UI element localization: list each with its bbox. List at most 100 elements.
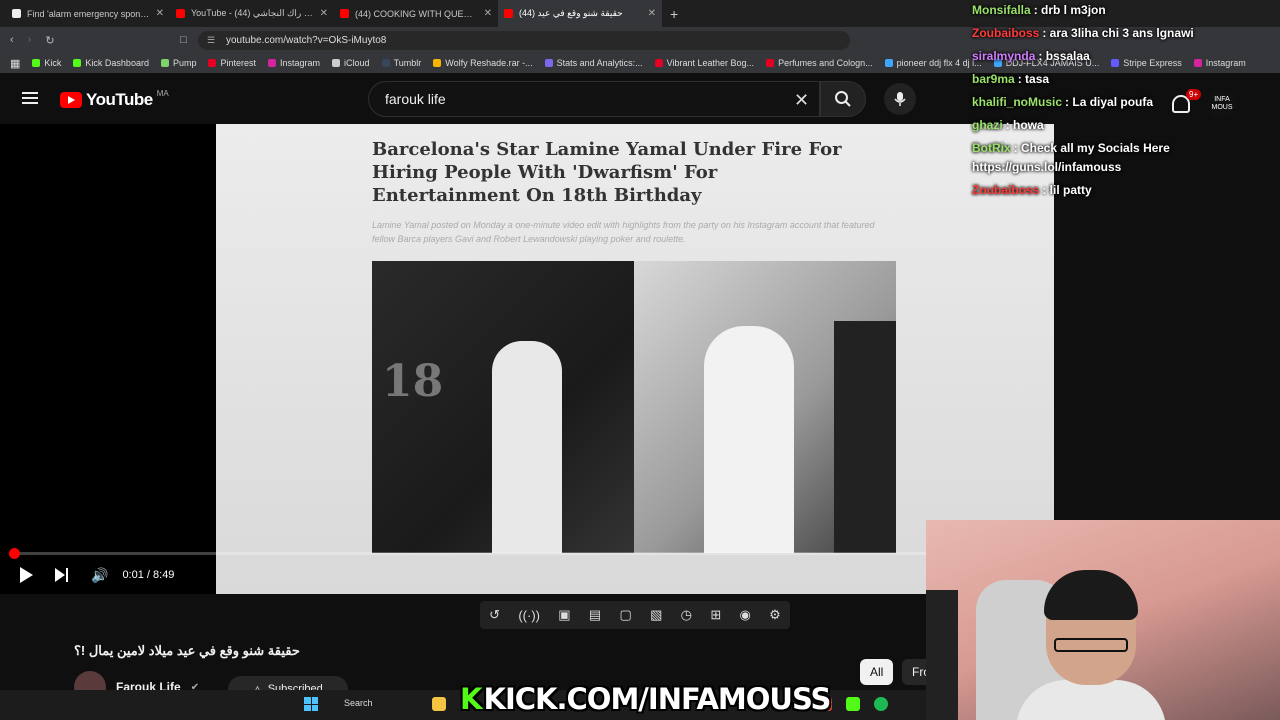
picture-in-picture-icon[interactable]: ▢ <box>619 607 631 623</box>
tab-favicon-icon <box>504 9 513 18</box>
kick-logo: K <box>460 682 483 716</box>
settings-icon[interactable]: ⚙ <box>769 607 781 623</box>
background-person <box>834 321 896 553</box>
country-code: MA <box>156 88 169 98</box>
screen: Find 'alarm emergency spongbob' o✕YouTub… <box>0 0 1280 720</box>
bookmark-item[interactable]: Pinterest <box>208 58 256 68</box>
browser-tab[interactable]: حقيقة شنو وقع في عيد (44) ✕ <box>498 0 662 27</box>
menu-icon[interactable] <box>22 92 38 104</box>
close-tab-icon[interactable]: ✕ <box>156 8 164 19</box>
close-tab-icon[interactable]: ✕ <box>320 8 328 19</box>
chat-message: siralmynda: bssalaa <box>972 49 1090 63</box>
bookmark-item[interactable]: Tumblr <box>381 58 421 68</box>
kick-app-icon[interactable] <box>846 697 860 711</box>
kick-banner-text: KICK.COM/INFAMOUSS <box>483 682 831 716</box>
close-tab-icon[interactable]: ✕ <box>484 8 492 19</box>
bookmark-item[interactable]: Stats and Analytics:... <box>544 58 643 68</box>
chat-text: : La diyal poufa <box>1065 95 1154 109</box>
pc-case <box>926 590 958 720</box>
progress-scrubber[interactable] <box>8 548 20 559</box>
bookmark-item[interactable]: Wolfy Reshade.rar -... <box>433 58 533 68</box>
bookmark-icon[interactable]: □ <box>180 34 187 46</box>
search-input[interactable]: farouk life <box>368 81 820 117</box>
visibility-icon[interactable]: ▣ <box>558 607 570 623</box>
chat-message: Zoubaiboss: ara 3liha chi 3 ans lgnawi <box>972 26 1194 40</box>
screenshot-icon[interactable]: ◉ <box>740 607 751 623</box>
bookmark-label: Pump <box>172 58 197 68</box>
site-info-icon[interactable]: ☰ <box>207 35 215 46</box>
chat-username: ghazi <box>972 118 1003 132</box>
search-query: farouk life <box>385 91 446 107</box>
streamer-hair <box>1044 570 1138 620</box>
bookmark-item[interactable]: Kick Dashboard <box>73 58 149 68</box>
play-icon[interactable] <box>20 567 33 583</box>
volume-icon[interactable]: 🔊 <box>91 567 108 584</box>
chip-all[interactable]: All <box>860 659 894 685</box>
voice-search-button[interactable] <box>884 83 916 115</box>
browser-tab[interactable]: YouTube - راك الفاشي راك النجاشي (44) ✕ <box>170 0 334 27</box>
tab-favicon-icon <box>12 9 21 18</box>
bookmark-favicon-icon <box>654 59 663 67</box>
chat-username: siralmynda <box>972 49 1036 63</box>
chat-username: Zoubaiboss <box>972 183 1040 197</box>
video-title: حقيقة شنو وقع في عيد ميلاد لامين يمال !؟ <box>74 643 300 658</box>
taskbar-search[interactable]: Search <box>344 698 373 708</box>
loop-icon[interactable]: ↺ <box>489 607 500 623</box>
video-player[interactable]: Barcelona's Star Lamine Yamal Under Fire… <box>0 124 1054 594</box>
film-icon[interactable]: ▧ <box>650 607 662 623</box>
reload-icon[interactable]: ↻ <box>45 34 54 47</box>
article-photo-left: 18 <box>372 261 634 553</box>
chat-username: Monsifalla <box>972 3 1031 17</box>
youtube-logo[interactable]: YouTube MA <box>60 88 169 110</box>
file-explorer-icon[interactable] <box>432 697 446 711</box>
chat-text: : howa <box>1005 118 1044 132</box>
bookmark-favicon-icon <box>73 59 82 67</box>
bookmark-label: Stats and Analytics:... <box>556 58 643 68</box>
audio-icon[interactable]: ((·)) <box>518 608 540 623</box>
spotify-icon[interactable] <box>874 697 888 711</box>
video-progress-bar[interactable] <box>8 548 926 559</box>
chat-text: : Check all my Socials Here <box>1013 141 1170 155</box>
bookmark-favicon-icon <box>766 59 775 67</box>
bookmark-label: Perfumes and Cologn... <box>778 58 873 68</box>
stream-chat-overlay: Monsifalla: drb l m3jon Zoubaiboss: ara 3… <box>968 0 1248 210</box>
bookmark-item[interactable]: Vibrant Leather Bog... <box>654 58 755 68</box>
back-icon[interactable]: ‹ <box>10 34 14 46</box>
time-display: 0:01 / 8:49 <box>122 569 175 581</box>
player-controls: 🔊 0:01 / 8:49 <box>0 560 926 590</box>
bookmark-item[interactable]: Instagram <box>268 58 320 68</box>
bookmark-item[interactable]: Kick <box>32 58 61 68</box>
bookmark-favicon-icon <box>268 59 277 67</box>
chat-message: https://guns.lol/infamouss <box>972 160 1121 174</box>
bookmark-label: Wolfy Reshade.rar -... <box>445 58 533 68</box>
browser-tab[interactable]: (44) COOKING WITH QUEENKOKOA ✕ <box>334 0 498 27</box>
clapper-icon[interactable]: ▤ <box>589 607 601 623</box>
new-tab-icon[interactable]: + <box>662 6 686 22</box>
url-text: youtube.com/watch?v=OkS-iMuyto8 <box>226 35 387 46</box>
close-tab-icon[interactable]: ✕ <box>648 8 656 19</box>
streamer-glasses <box>1054 638 1128 652</box>
windows-start-icon[interactable] <box>304 697 318 711</box>
chat-username: BotRix <box>972 141 1011 155</box>
bookmark-item[interactable]: Perfumes and Cologn... <box>766 58 873 68</box>
forward-icon[interactable]: › <box>28 34 32 46</box>
person-figure <box>704 326 794 553</box>
bookmark-item[interactable]: iCloud <box>332 58 370 68</box>
search-button[interactable] <box>820 81 866 117</box>
address-bar[interactable]: ☰ youtube.com/watch?v=OkS-iMuyto8 <box>198 31 850 50</box>
speed-icon[interactable]: ◷ <box>681 607 692 623</box>
bookmark-favicon-icon <box>884 59 893 67</box>
bookmark-favicon-icon <box>381 59 390 67</box>
apps-icon[interactable]: ▦ <box>10 57 20 70</box>
next-icon[interactable] <box>55 568 69 582</box>
add-icon[interactable]: ⊞ <box>710 607 721 623</box>
birthday-cake-number: 18 <box>382 356 444 407</box>
chat-message: BotRix: Check all my Socials Here <box>972 141 1170 155</box>
extension-toolbar: ↺ ((·)) ▣ ▤ ▢ ▧ ◷ ⊞ ◉ ⚙ <box>480 601 790 629</box>
clear-search-icon[interactable]: ✕ <box>794 90 809 111</box>
youtube-play-icon <box>60 92 82 108</box>
bookmark-item[interactable]: Pump <box>160 58 197 68</box>
chat-message: khalifi_noMusic: La diyal poufa <box>972 95 1153 109</box>
bookmark-label: Vibrant Leather Bog... <box>666 58 755 68</box>
browser-tab[interactable]: Find 'alarm emergency spongbob' o ✕ <box>6 0 170 27</box>
